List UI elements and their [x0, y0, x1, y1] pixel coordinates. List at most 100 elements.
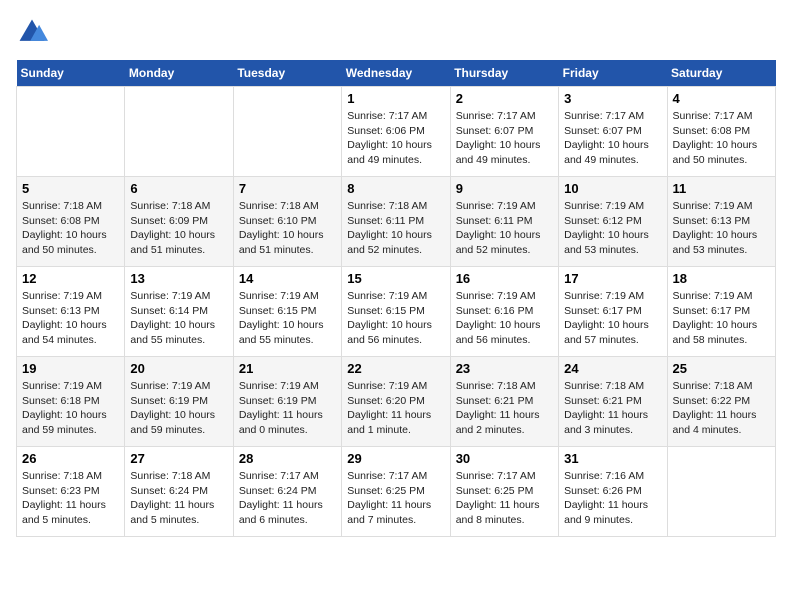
- day-info: Sunrise: 7:19 AMSunset: 6:19 PMDaylight:…: [130, 380, 215, 436]
- calendar-cell: 25 Sunrise: 7:18 AMSunset: 6:22 PMDaylig…: [667, 357, 775, 447]
- day-info: Sunrise: 7:19 AMSunset: 6:13 PMDaylight:…: [673, 200, 758, 256]
- day-number: 4: [673, 91, 770, 106]
- day-number: 30: [456, 451, 553, 466]
- day-info: Sunrise: 7:19 AMSunset: 6:12 PMDaylight:…: [564, 200, 649, 256]
- calendar-cell: [233, 87, 341, 177]
- calendar-cell: 10 Sunrise: 7:19 AMSunset: 6:12 PMDaylig…: [559, 177, 667, 267]
- day-info: Sunrise: 7:19 AMSunset: 6:20 PMDaylight:…: [347, 380, 431, 436]
- weekday-header-saturday: Saturday: [667, 60, 775, 87]
- day-info: Sunrise: 7:16 AMSunset: 6:26 PMDaylight:…: [564, 470, 648, 526]
- calendar-cell: 1 Sunrise: 7:17 AMSunset: 6:06 PMDayligh…: [342, 87, 450, 177]
- weekday-header-wednesday: Wednesday: [342, 60, 450, 87]
- calendar-cell: 19 Sunrise: 7:19 AMSunset: 6:18 PMDaylig…: [17, 357, 125, 447]
- weekday-header-thursday: Thursday: [450, 60, 558, 87]
- day-number: 17: [564, 271, 661, 286]
- day-info: Sunrise: 7:18 AMSunset: 6:10 PMDaylight:…: [239, 200, 324, 256]
- calendar-cell: 17 Sunrise: 7:19 AMSunset: 6:17 PMDaylig…: [559, 267, 667, 357]
- day-info: Sunrise: 7:18 AMSunset: 6:23 PMDaylight:…: [22, 470, 106, 526]
- day-info: Sunrise: 7:17 AMSunset: 6:08 PMDaylight:…: [673, 110, 758, 166]
- calendar-cell: 8 Sunrise: 7:18 AMSunset: 6:11 PMDayligh…: [342, 177, 450, 267]
- calendar-cell: 11 Sunrise: 7:19 AMSunset: 6:13 PMDaylig…: [667, 177, 775, 267]
- day-info: Sunrise: 7:17 AMSunset: 6:25 PMDaylight:…: [347, 470, 431, 526]
- day-info: Sunrise: 7:19 AMSunset: 6:15 PMDaylight:…: [347, 290, 432, 346]
- calendar-cell: 14 Sunrise: 7:19 AMSunset: 6:15 PMDaylig…: [233, 267, 341, 357]
- calendar-cell: 31 Sunrise: 7:16 AMSunset: 6:26 PMDaylig…: [559, 447, 667, 537]
- day-number: 5: [22, 181, 119, 196]
- day-info: Sunrise: 7:19 AMSunset: 6:17 PMDaylight:…: [673, 290, 758, 346]
- day-number: 29: [347, 451, 444, 466]
- calendar-cell: 9 Sunrise: 7:19 AMSunset: 6:11 PMDayligh…: [450, 177, 558, 267]
- calendar-cell: 30 Sunrise: 7:17 AMSunset: 6:25 PMDaylig…: [450, 447, 558, 537]
- weekday-header-monday: Monday: [125, 60, 233, 87]
- weekday-header-row: SundayMondayTuesdayWednesdayThursdayFrid…: [17, 60, 776, 87]
- day-info: Sunrise: 7:18 AMSunset: 6:24 PMDaylight:…: [130, 470, 214, 526]
- calendar-cell: 5 Sunrise: 7:18 AMSunset: 6:08 PMDayligh…: [17, 177, 125, 267]
- calendar-cell: 18 Sunrise: 7:19 AMSunset: 6:17 PMDaylig…: [667, 267, 775, 357]
- day-number: 20: [130, 361, 227, 376]
- weekday-header-friday: Friday: [559, 60, 667, 87]
- day-number: 22: [347, 361, 444, 376]
- day-number: 27: [130, 451, 227, 466]
- calendar-cell: 24 Sunrise: 7:18 AMSunset: 6:21 PMDaylig…: [559, 357, 667, 447]
- day-info: Sunrise: 7:19 AMSunset: 6:13 PMDaylight:…: [22, 290, 107, 346]
- calendar-week-row: 1 Sunrise: 7:17 AMSunset: 6:06 PMDayligh…: [17, 87, 776, 177]
- day-info: Sunrise: 7:17 AMSunset: 6:24 PMDaylight:…: [239, 470, 323, 526]
- day-info: Sunrise: 7:17 AMSunset: 6:06 PMDaylight:…: [347, 110, 432, 166]
- day-info: Sunrise: 7:18 AMSunset: 6:21 PMDaylight:…: [564, 380, 648, 436]
- calendar-cell: 26 Sunrise: 7:18 AMSunset: 6:23 PMDaylig…: [17, 447, 125, 537]
- page-header: [16, 16, 776, 48]
- calendar-cell: 4 Sunrise: 7:17 AMSunset: 6:08 PMDayligh…: [667, 87, 775, 177]
- day-info: Sunrise: 7:19 AMSunset: 6:11 PMDaylight:…: [456, 200, 541, 256]
- calendar-table: SundayMondayTuesdayWednesdayThursdayFrid…: [16, 60, 776, 537]
- day-info: Sunrise: 7:18 AMSunset: 6:11 PMDaylight:…: [347, 200, 432, 256]
- day-info: Sunrise: 7:19 AMSunset: 6:14 PMDaylight:…: [130, 290, 215, 346]
- day-number: 16: [456, 271, 553, 286]
- day-number: 1: [347, 91, 444, 106]
- day-number: 21: [239, 361, 336, 376]
- day-number: 8: [347, 181, 444, 196]
- logo: [16, 16, 52, 48]
- day-number: 14: [239, 271, 336, 286]
- day-info: Sunrise: 7:17 AMSunset: 6:25 PMDaylight:…: [456, 470, 540, 526]
- day-number: 13: [130, 271, 227, 286]
- day-number: 7: [239, 181, 336, 196]
- day-number: 24: [564, 361, 661, 376]
- calendar-cell: 27 Sunrise: 7:18 AMSunset: 6:24 PMDaylig…: [125, 447, 233, 537]
- day-number: 19: [22, 361, 119, 376]
- calendar-cell: 28 Sunrise: 7:17 AMSunset: 6:24 PMDaylig…: [233, 447, 341, 537]
- day-info: Sunrise: 7:18 AMSunset: 6:08 PMDaylight:…: [22, 200, 107, 256]
- day-info: Sunrise: 7:18 AMSunset: 6:21 PMDaylight:…: [456, 380, 540, 436]
- calendar-cell: 21 Sunrise: 7:19 AMSunset: 6:19 PMDaylig…: [233, 357, 341, 447]
- day-info: Sunrise: 7:19 AMSunset: 6:17 PMDaylight:…: [564, 290, 649, 346]
- day-number: 10: [564, 181, 661, 196]
- calendar-week-row: 5 Sunrise: 7:18 AMSunset: 6:08 PMDayligh…: [17, 177, 776, 267]
- day-number: 28: [239, 451, 336, 466]
- calendar-week-row: 12 Sunrise: 7:19 AMSunset: 6:13 PMDaylig…: [17, 267, 776, 357]
- calendar-cell: 29 Sunrise: 7:17 AMSunset: 6:25 PMDaylig…: [342, 447, 450, 537]
- calendar-cell: 2 Sunrise: 7:17 AMSunset: 6:07 PMDayligh…: [450, 87, 558, 177]
- calendar-cell: 3 Sunrise: 7:17 AMSunset: 6:07 PMDayligh…: [559, 87, 667, 177]
- day-number: 9: [456, 181, 553, 196]
- day-info: Sunrise: 7:17 AMSunset: 6:07 PMDaylight:…: [564, 110, 649, 166]
- day-number: 25: [673, 361, 770, 376]
- day-info: Sunrise: 7:18 AMSunset: 6:22 PMDaylight:…: [673, 380, 757, 436]
- calendar-cell: [667, 447, 775, 537]
- day-info: Sunrise: 7:19 AMSunset: 6:15 PMDaylight:…: [239, 290, 324, 346]
- day-number: 23: [456, 361, 553, 376]
- calendar-week-row: 19 Sunrise: 7:19 AMSunset: 6:18 PMDaylig…: [17, 357, 776, 447]
- logo-icon: [16, 16, 48, 48]
- day-info: Sunrise: 7:17 AMSunset: 6:07 PMDaylight:…: [456, 110, 541, 166]
- calendar-cell: 16 Sunrise: 7:19 AMSunset: 6:16 PMDaylig…: [450, 267, 558, 357]
- day-info: Sunrise: 7:19 AMSunset: 6:18 PMDaylight:…: [22, 380, 107, 436]
- weekday-header-sunday: Sunday: [17, 60, 125, 87]
- day-info: Sunrise: 7:19 AMSunset: 6:19 PMDaylight:…: [239, 380, 323, 436]
- calendar-cell: 6 Sunrise: 7:18 AMSunset: 6:09 PMDayligh…: [125, 177, 233, 267]
- calendar-cell: 15 Sunrise: 7:19 AMSunset: 6:15 PMDaylig…: [342, 267, 450, 357]
- day-number: 15: [347, 271, 444, 286]
- calendar-cell: 20 Sunrise: 7:19 AMSunset: 6:19 PMDaylig…: [125, 357, 233, 447]
- day-number: 11: [673, 181, 770, 196]
- day-info: Sunrise: 7:19 AMSunset: 6:16 PMDaylight:…: [456, 290, 541, 346]
- calendar-cell: [17, 87, 125, 177]
- day-number: 31: [564, 451, 661, 466]
- calendar-cell: [125, 87, 233, 177]
